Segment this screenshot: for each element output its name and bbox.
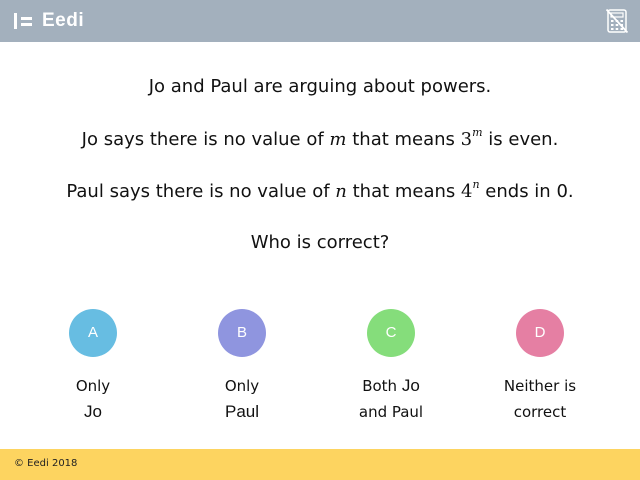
- question-prompt: Who is correct?: [250, 232, 390, 253]
- answer-label-b: Only Paul: [224, 377, 260, 421]
- question-line-paul: Paul says there is no value of n that me…: [66, 178, 574, 202]
- eedi-logo-icon: [14, 13, 36, 29]
- power-4-n: 4n: [461, 178, 480, 202]
- variable-m: m: [329, 129, 347, 150]
- answer-label-c: Both Jo and Paul: [358, 376, 424, 421]
- answer-option-a[interactable]: A Only Jo: [33, 309, 153, 425]
- answer-option-c[interactable]: C Both Jo and Paul: [331, 309, 451, 425]
- copyright-text: © Eedi 2018: [14, 458, 78, 469]
- answer-option-d[interactable]: D Neither is correct: [480, 309, 600, 425]
- brand-name: Eedi: [42, 10, 85, 31]
- answer-label-a: Only Jo: [75, 377, 111, 421]
- footer-bar: © Eedi 2018: [0, 449, 640, 480]
- header-bar: Eedi: [0, 0, 640, 42]
- question-line-jo: Jo says there is no value of m that mean…: [81, 126, 559, 150]
- question-line-intro: Jo and Paul are arguing about powers.: [148, 76, 492, 97]
- answer-letter-a[interactable]: A: [69, 309, 117, 357]
- calculator-not-allowed-icon: [606, 9, 628, 33]
- variable-n: n: [335, 181, 347, 202]
- answer-letter-d[interactable]: D: [516, 309, 564, 357]
- answer-letter-b[interactable]: B: [218, 309, 266, 357]
- power-3-m: 3m: [460, 126, 483, 150]
- eedi-logo: Eedi: [14, 8, 84, 34]
- answer-letter-c[interactable]: C: [367, 309, 415, 357]
- answer-label-d: Neither is correct: [503, 377, 577, 421]
- answer-option-b[interactable]: B Only Paul: [182, 309, 302, 425]
